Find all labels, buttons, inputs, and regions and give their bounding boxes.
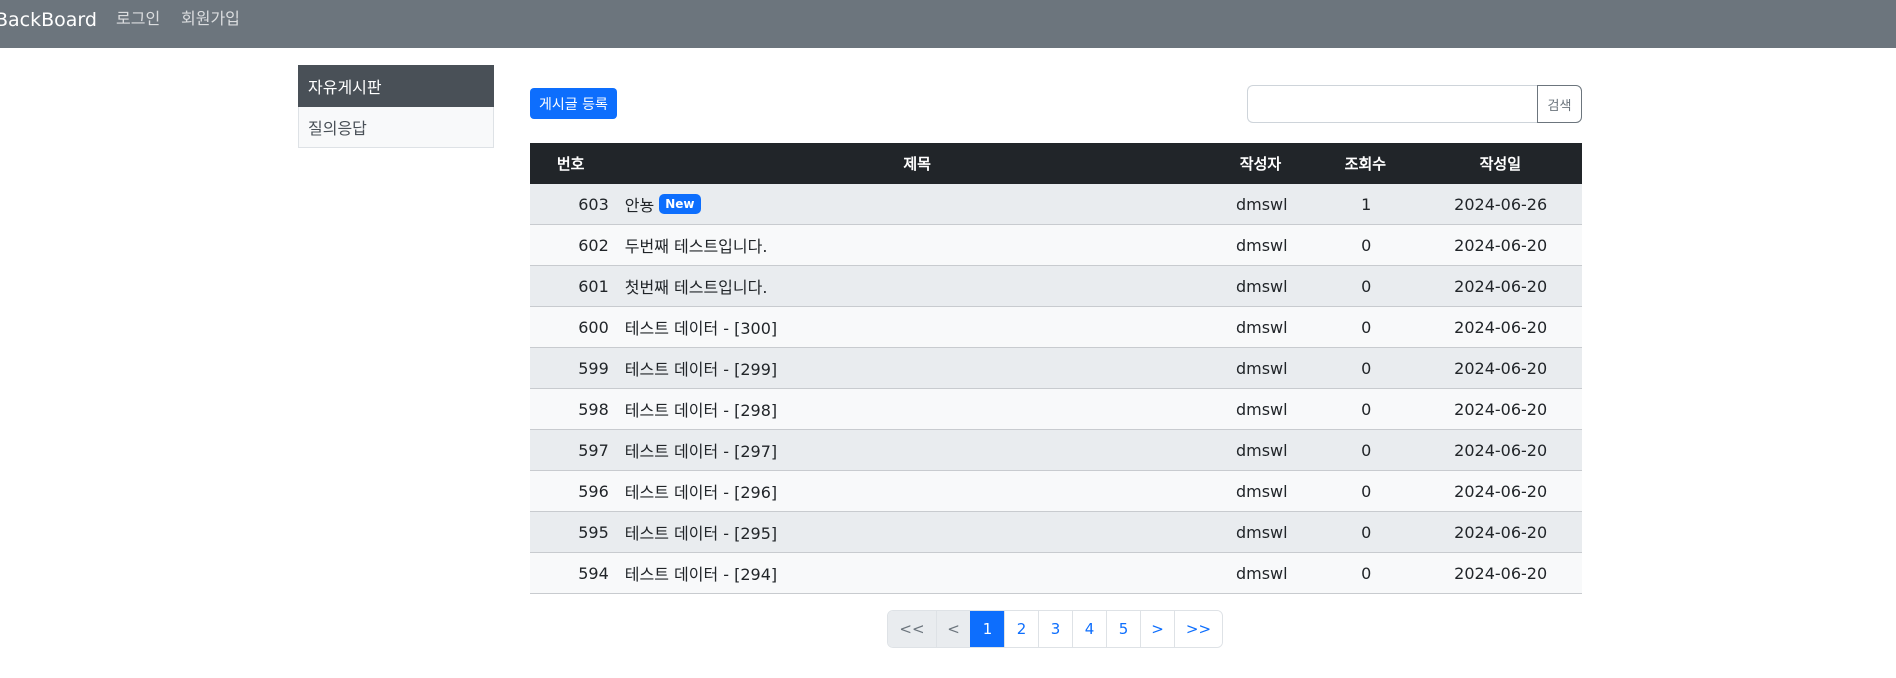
page-button-5[interactable]: 5	[1106, 611, 1140, 647]
post-author: dmswl	[1235, 522, 1288, 542]
post-title-link[interactable]: 테스트 데이터 - [296]	[625, 479, 777, 503]
page-button-4[interactable]: 4	[1072, 611, 1106, 647]
table-row[interactable]: 595 테스트 데이터 - [295] dmswl 0 2024-06-20	[530, 512, 1582, 553]
header-date: 작성일	[1479, 155, 1522, 173]
board-sidebar: 자유게시판 질의응답	[298, 65, 494, 148]
post-number: 597	[578, 440, 609, 460]
post-date: 2024-06-26	[1454, 194, 1548, 214]
post-date: 2024-06-20	[1454, 481, 1548, 501]
table-row[interactable]: 597 테스트 데이터 - [297] dmswl 0 2024-06-20	[530, 430, 1582, 471]
table-row[interactable]: 598 테스트 데이터 - [298] dmswl 0 2024-06-20	[530, 389, 1582, 430]
page-button-3[interactable]: 3	[1038, 611, 1072, 647]
header-views: 조회수	[1344, 155, 1387, 173]
header-author: 작성자	[1239, 155, 1282, 173]
header-title: 제목	[903, 155, 931, 173]
page-first-button[interactable]: <<	[888, 611, 936, 647]
page-button-1[interactable]: 1	[970, 611, 1004, 647]
post-number: 594	[578, 563, 609, 583]
post-date: 2024-06-20	[1454, 522, 1548, 542]
post-number: 598	[578, 399, 609, 419]
table-row[interactable]: 599 테스트 데이터 - [299] dmswl 0 2024-06-20	[530, 348, 1582, 389]
post-title-cell: 두번째 테스트입니다.	[609, 233, 1211, 257]
post-number: 603	[578, 194, 609, 214]
post-title-link[interactable]: 첫번째 테스트입니다.	[625, 274, 768, 298]
post-title-link[interactable]: 안뇽	[625, 192, 654, 216]
page-prev-button[interactable]: <	[936, 611, 970, 647]
post-title-cell: 첫번째 테스트입니다.	[609, 274, 1211, 298]
post-views: 0	[1361, 235, 1372, 255]
post-title-cell: 테스트 데이터 - [295]	[609, 520, 1211, 544]
signup-link[interactable]: 회원가입	[181, 9, 240, 29]
post-title-link[interactable]: 테스트 데이터 - [300]	[625, 315, 777, 339]
post-author: dmswl	[1235, 358, 1288, 378]
page-next-button[interactable]: >	[1140, 611, 1174, 647]
post-number: 595	[578, 522, 609, 542]
post-author: dmswl	[1235, 317, 1288, 337]
brand-logo-link[interactable]: BackBoard	[0, 8, 97, 32]
post-title-cell: 테스트 데이터 - [299]	[609, 356, 1211, 380]
post-title-link[interactable]: 테스트 데이터 - [294]	[625, 561, 777, 585]
post-views: 0	[1361, 317, 1372, 337]
post-number: 599	[578, 358, 609, 378]
post-date: 2024-06-20	[1454, 563, 1548, 583]
table-header: 번호 제목 작성자 조회수 작성일	[530, 143, 1582, 184]
post-number: 596	[578, 481, 609, 501]
post-date: 2024-06-20	[1454, 358, 1548, 378]
header-no: 번호	[556, 155, 585, 173]
post-author: dmswl	[1235, 440, 1288, 460]
post-date: 2024-06-20	[1454, 235, 1548, 255]
post-date: 2024-06-20	[1454, 317, 1548, 337]
post-number: 600	[578, 317, 609, 337]
post-title-link[interactable]: 테스트 데이터 - [299]	[625, 356, 777, 380]
table-body: 603 안뇽 New dmswl 1 2024-06-26 602 두번째 테스트입니다. dm…	[530, 184, 1582, 594]
sidebar-item-qna[interactable]: 질의응답	[298, 107, 494, 148]
post-date: 2024-06-20	[1454, 399, 1548, 419]
search-input[interactable]	[1247, 85, 1537, 123]
post-author: dmswl	[1235, 481, 1288, 501]
new-badge: New	[659, 194, 701, 214]
post-author: dmswl	[1235, 276, 1288, 296]
page-last-button[interactable]: >>	[1174, 611, 1222, 647]
post-views: 0	[1361, 563, 1372, 583]
post-date: 2024-06-20	[1454, 440, 1548, 460]
post-author: dmswl	[1235, 563, 1288, 583]
post-title-link[interactable]: 테스트 데이터 - [298]	[625, 397, 777, 421]
table-row[interactable]: 594 테스트 데이터 - [294] dmswl 0 2024-06-20	[530, 553, 1582, 594]
post-date: 2024-06-20	[1454, 276, 1548, 296]
post-title-cell: 테스트 데이터 - [297]	[609, 438, 1211, 462]
post-title-cell: 테스트 데이터 - [300]	[609, 315, 1211, 339]
post-author: dmswl	[1235, 235, 1288, 255]
post-title-link[interactable]: 두번째 테스트입니다.	[625, 233, 768, 257]
login-link[interactable]: 로그인	[116, 9, 160, 29]
post-title-cell: 안뇽 New	[609, 192, 1211, 216]
post-views: 0	[1361, 276, 1372, 296]
post-number: 601	[578, 276, 609, 296]
post-title-cell: 테스트 데이터 - [298]	[609, 397, 1211, 421]
post-views: 1	[1361, 194, 1372, 214]
table-row[interactable]: 603 안뇽 New dmswl 1 2024-06-26	[530, 184, 1582, 225]
table-row[interactable]: 600 테스트 데이터 - [300] dmswl 0 2024-06-20	[530, 307, 1582, 348]
top-navbar: BackBoard 로그인 회원가입	[0, 0, 1896, 48]
pagination: << < 1 2 3 4 5 > >>	[887, 610, 1223, 648]
post-views: 0	[1361, 440, 1372, 460]
table-row[interactable]: 596 테스트 데이터 - [296] dmswl 0 2024-06-20	[530, 471, 1582, 512]
post-views: 0	[1361, 522, 1372, 542]
post-table: 번호 제목 작성자 조회수 작성일 603 안뇽 New dmswl 1 2024-06-…	[530, 143, 1582, 594]
post-author: dmswl	[1235, 194, 1288, 214]
post-author: dmswl	[1235, 399, 1288, 419]
post-views: 0	[1361, 481, 1372, 501]
post-number: 602	[578, 235, 609, 255]
table-row[interactable]: 601 첫번째 테스트입니다. dmswl 0 2024-06-20	[530, 266, 1582, 307]
post-title-link[interactable]: 테스트 데이터 - [297]	[625, 438, 777, 462]
post-title-link[interactable]: 테스트 데이터 - [295]	[625, 520, 777, 544]
page-button-2[interactable]: 2	[1004, 611, 1038, 647]
write-post-button[interactable]: 게시글 등록	[530, 88, 617, 119]
post-title-cell: 테스트 데이터 - [294]	[609, 561, 1211, 585]
post-title-cell: 테스트 데이터 - [296]	[609, 479, 1211, 503]
post-views: 0	[1361, 358, 1372, 378]
sidebar-item-free-board[interactable]: 자유게시판	[298, 65, 494, 107]
search-button[interactable]: 검색	[1537, 85, 1582, 123]
post-views: 0	[1361, 399, 1372, 419]
table-row[interactable]: 602 두번째 테스트입니다. dmswl 0 2024-06-20	[530, 225, 1582, 266]
